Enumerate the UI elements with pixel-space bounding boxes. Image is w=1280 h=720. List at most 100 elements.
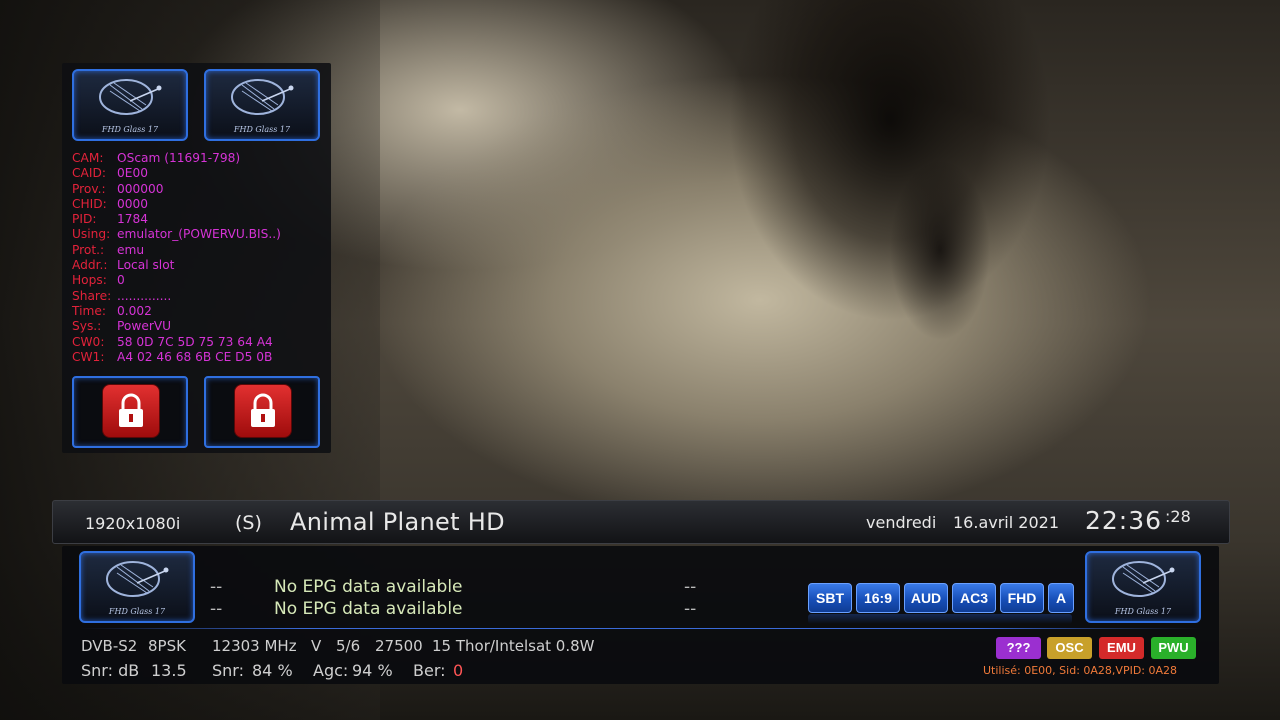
badge-aspect-ratio: 16:9: [856, 583, 900, 613]
channel-bar: 1920x1080i (S) Animal Planet HD vendredi…: [52, 500, 1230, 544]
agc-value: 94 %: [352, 661, 393, 680]
cam-row-hops: Hops: 0: [72, 273, 281, 288]
cw1-value: A4 02 46 68 6B CE D5 0B: [117, 349, 273, 364]
frequency: 12303 MHz: [212, 637, 297, 655]
sys-value: PowerVU: [117, 319, 172, 334]
cas-used-info: Utilisé: 0E00, Sid: 0A28,VPID: 0A28: [983, 664, 1178, 677]
chid-label: CHID:: [72, 196, 107, 211]
logo-text: FHD Glass 17: [1114, 607, 1172, 616]
cam-row-time: Time: 0.002: [72, 304, 281, 319]
satellite-logo-top-left: FHD Glass 17: [72, 69, 188, 141]
lock-icon: [234, 384, 292, 438]
logo-text: FHD Glass 17: [233, 125, 291, 134]
cam-row-share: Share:..............: [72, 289, 281, 304]
epg-now-remaining: --: [684, 577, 697, 597]
logo-text: FHD Glass 17: [101, 125, 159, 134]
crypt-lock-box-left: [72, 376, 188, 448]
epg-next-row: --: [210, 599, 222, 619]
cam-info-panel: FHD Glass 17 FHD Glass 17 CAM: OScam (116…: [62, 63, 331, 453]
agc-label: Agc:: [313, 661, 349, 680]
hops-label: Hops:: [72, 273, 107, 288]
divider: [80, 628, 1201, 629]
ber-value: 0: [453, 661, 464, 680]
logo-text: FHD Glass 17: [108, 607, 166, 616]
video-resolution: 1920x1080i: [85, 514, 181, 533]
crypt-lock-box-right: [204, 376, 320, 448]
lock-icon: [102, 384, 160, 438]
pid-label: PID:: [72, 212, 97, 227]
provider-tag: (S): [235, 512, 262, 534]
cam-value: OScam (11691-798): [117, 151, 241, 165]
modulation: 8PSK: [148, 637, 186, 655]
satellite-logo-right: FHD Glass 17: [1085, 551, 1201, 623]
addr-label: Addr.:: [72, 258, 108, 273]
using-value: emulator_(POWERVU.BIS..): [117, 227, 281, 242]
clock-time: 22:36: [1085, 506, 1163, 535]
cw1-label: CW1:: [72, 349, 105, 364]
clock-seconds: :28: [1165, 507, 1191, 526]
fec: 5/6: [336, 637, 361, 655]
hops-value: 0: [117, 273, 125, 288]
cam-row-using: Using: emulator_(POWERVU.BIS..): [72, 227, 281, 242]
cam-row-cam: CAM: OScam (11691-798): [72, 151, 281, 166]
epg-next-remaining-wrap: --: [684, 599, 696, 619]
cam-row-cw0: CW0: 58 0D 7C 5D 75 73 64 A4: [72, 335, 281, 350]
time-value: 0.002: [117, 303, 152, 318]
prot-value: emu: [117, 242, 145, 257]
time-label: Time:: [72, 303, 106, 318]
caid-label: CAID:: [72, 166, 106, 181]
day-name: vendredi: [866, 513, 937, 532]
satellite-logo-top-right: FHD Glass 17: [204, 69, 320, 141]
delivery-system: DVB-S2: [81, 637, 138, 655]
cam-label: CAM:: [72, 151, 104, 165]
epg-now-remaining-wrap: --: [684, 577, 696, 597]
epg-now-title: No EPG data available: [274, 577, 463, 597]
cam-row-pid: PID: 1784: [72, 212, 281, 227]
date: 16.avril 2021: [953, 513, 1059, 532]
video-background-subject-leg: [880, 150, 1000, 350]
cam-row-cw1: CW1: A4 02 46 68 6B CE D5 0B: [72, 350, 281, 365]
epg-next-start: --: [210, 599, 223, 619]
epg-next-title-wrap: No EPG data available: [274, 599, 463, 619]
cam-row-chid: CHID: 0000: [72, 197, 281, 212]
cw0-label: CW0:: [72, 334, 105, 349]
ber-label: Ber:: [413, 661, 446, 680]
symbol-rate: 27500: [375, 637, 423, 655]
chid-value: 0000: [117, 196, 149, 211]
cam-info-list: CAM: OScam (11691-798) CAID: 0E00 Prov.: 00…: [72, 151, 281, 365]
using-label: Using:: [72, 227, 111, 242]
badge-reflection: [808, 614, 1072, 624]
epg-next-remaining: --: [684, 599, 697, 619]
prov-label: Prov.:: [72, 181, 106, 196]
epg-next-title: No EPG data available: [274, 599, 463, 619]
badge-a: A: [1048, 583, 1074, 613]
satellite-logo-left: FHD Glass 17: [79, 551, 195, 623]
snr-db-value: 13.5: [151, 661, 187, 680]
sys-label: Sys.:: [72, 319, 102, 334]
cw0-value: 58 0D 7C 5D 75 73 64 A4: [117, 334, 273, 349]
prov-value: 000000: [117, 181, 164, 196]
cas-unknown-indicator: ???: [996, 637, 1041, 659]
cam-row-prov: Prov.: 000000: [72, 182, 281, 197]
prot-label: Prot.:: [72, 242, 105, 257]
cas-emu-indicator: EMU: [1099, 637, 1144, 659]
epg-now-start: --: [210, 577, 223, 597]
caid-value: 0E00: [117, 166, 148, 181]
satellite-name: 15 Thor/Intelsat 0.8W: [432, 637, 595, 655]
snr-db-label: Snr: dB: [81, 661, 140, 680]
cam-row-prot: Prot.: emu: [72, 243, 281, 258]
snr-value: 84 %: [252, 661, 293, 680]
snr-label: Snr:: [212, 661, 244, 680]
cas-powervu-indicator: PWU: [1151, 637, 1196, 659]
channel-name: Animal Planet HD: [290, 508, 505, 536]
cam-row-caid: CAID: 0E00: [72, 166, 281, 181]
share-label: Share:: [72, 288, 112, 303]
share-value: ..............: [117, 288, 172, 303]
polarization: V: [311, 637, 322, 655]
badge-subtitle: SBT: [808, 583, 852, 613]
cam-row-addr: Addr.: Local slot: [72, 258, 281, 273]
badge-audio: AUD: [904, 583, 948, 613]
badge-ac3: AC3: [952, 583, 996, 613]
info-panel: FHD Glass 17 -- No EPG data available --…: [62, 546, 1219, 684]
cam-row-sys: Sys.: PowerVU: [72, 319, 281, 334]
